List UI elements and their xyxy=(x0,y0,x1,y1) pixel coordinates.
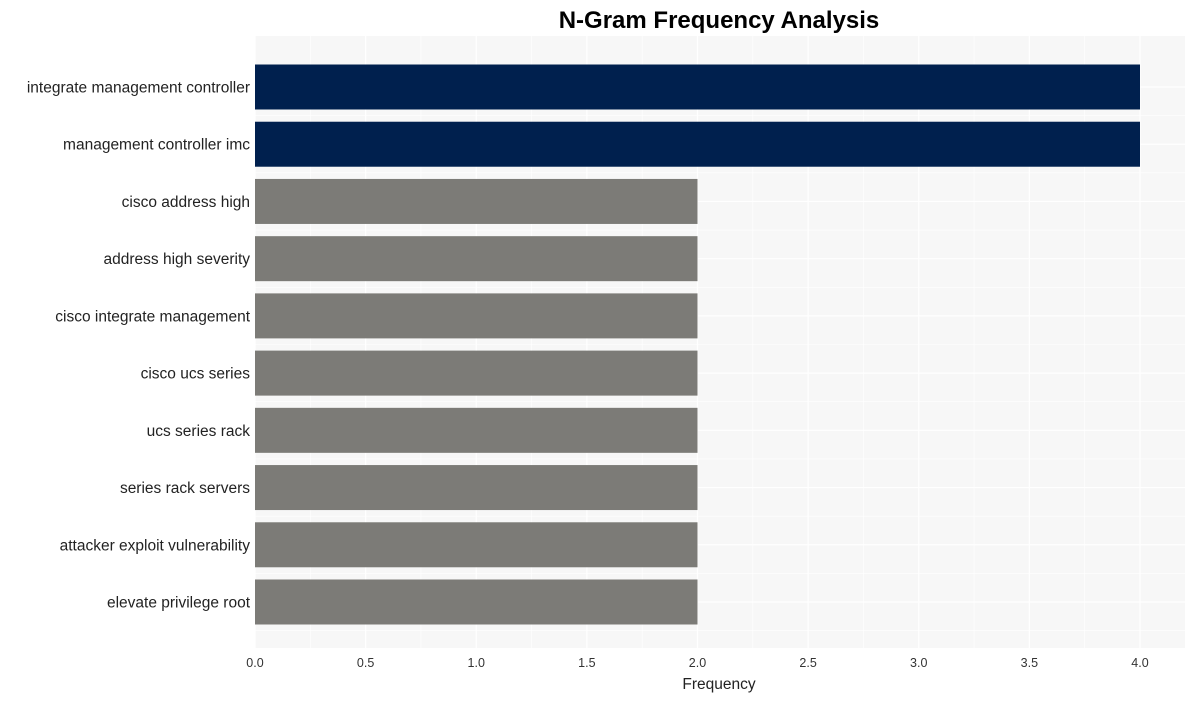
x-tick-label: 3.0 xyxy=(910,656,927,670)
x-axis-ticks: 0.0 0.5 1.0 1.5 2.0 2.5 3.0 3.5 4.0 xyxy=(246,656,1148,670)
bar-integrate-management-controller xyxy=(255,64,1140,110)
x-tick-label: 4.0 xyxy=(1131,656,1148,670)
x-tick-label: 1.5 xyxy=(578,656,595,670)
y-tick-label: cisco integrate management xyxy=(55,308,250,325)
bar-address-high-severity xyxy=(255,236,698,282)
y-tick-label: management controller imc xyxy=(63,137,250,154)
bar-cisco-ucs-series xyxy=(255,350,698,396)
bar-series-rack-servers xyxy=(255,465,698,511)
y-tick-label: series rack servers xyxy=(120,480,250,497)
y-tick-label: ucs series rack xyxy=(147,423,251,440)
y-axis-labels: integrate management controller managemen… xyxy=(27,80,251,612)
y-tick-label: address high severity xyxy=(104,251,251,268)
bar-elevate-privilege-root xyxy=(255,579,698,625)
x-tick-label: 2.0 xyxy=(689,656,706,670)
x-tick-label: 3.5 xyxy=(1021,656,1038,670)
x-tick-label: 0.5 xyxy=(357,656,374,670)
chart-title: N-Gram Frequency Analysis xyxy=(559,7,880,34)
bar-ucs-series-rack xyxy=(255,407,698,453)
bar-cisco-integrate-management xyxy=(255,293,698,339)
y-tick-label: integrate management controller xyxy=(27,80,250,97)
y-tick-label: cisco address high xyxy=(122,194,250,211)
x-tick-label: 1.0 xyxy=(468,656,485,670)
y-tick-label: elevate privilege root xyxy=(107,595,251,612)
bar-attacker-exploit-vulnerability xyxy=(255,522,698,568)
x-axis-label: Frequency xyxy=(682,676,755,693)
y-tick-label: cisco ucs series xyxy=(141,366,251,383)
ngram-chart: integrate management controller managemen… xyxy=(27,7,1185,693)
x-tick-label: 2.5 xyxy=(799,656,816,670)
bar-cisco-address-high xyxy=(255,178,698,224)
x-tick-label: 0.0 xyxy=(246,656,263,670)
bar-management-controller-imc xyxy=(255,121,1140,167)
y-tick-label: attacker exploit vulnerability xyxy=(60,537,251,554)
